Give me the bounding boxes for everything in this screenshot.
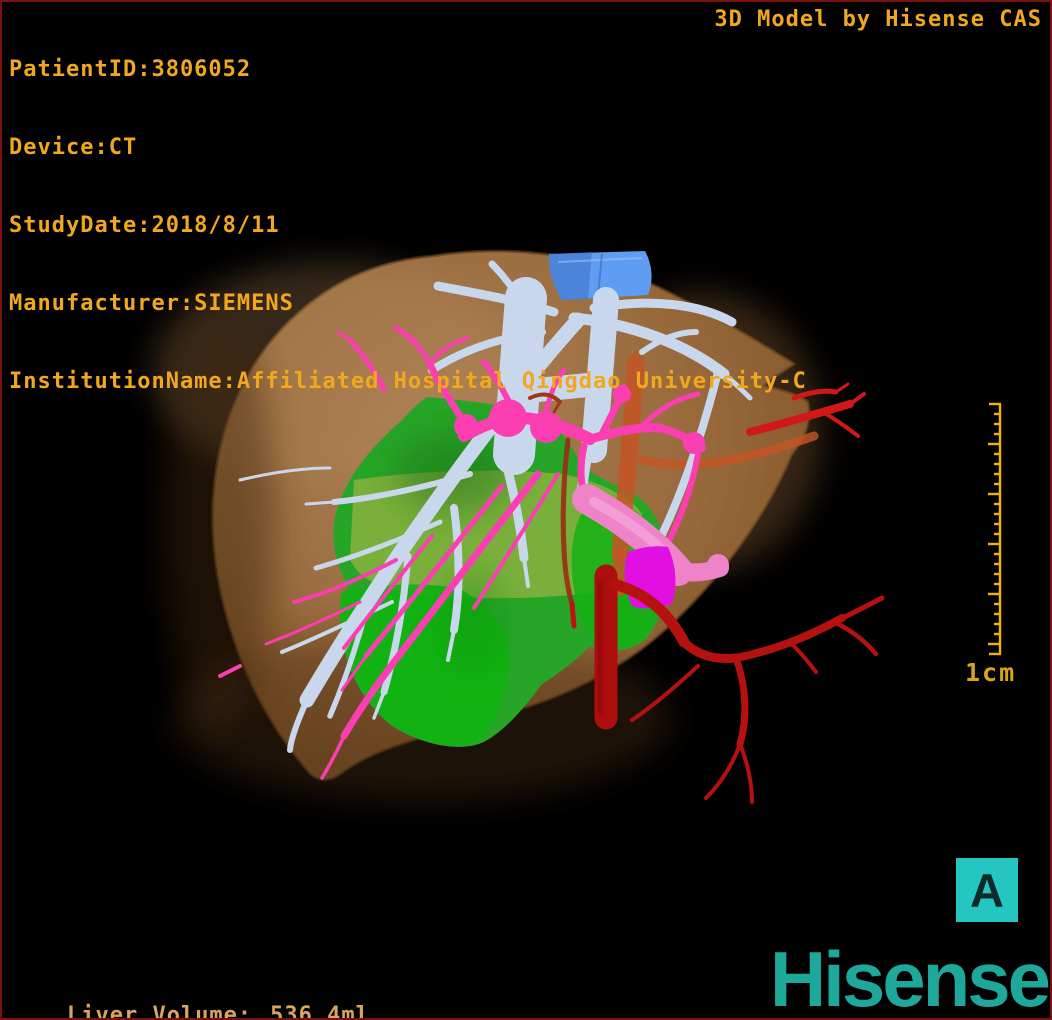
hisense-logo: Hisense [769,935,1050,1020]
study-date-line: StudyDate:2018/8/11 [9,213,280,238]
ruler-ticks [988,402,1002,656]
liver-volume-readout: Liver Volume: 536.4ml [10,977,370,1020]
liver-volume-label: Liver Volume: [66,1003,253,1020]
patient-id-line: PatientID:3806052 [9,57,252,82]
institution-line: InstitutionName:Affiliated Hospital Qing… [9,369,807,394]
manufacturer-line: Manufacturer:SIEMENS [9,291,294,316]
scale-label: 1cm [965,658,1017,687]
viewer-window: PatientID:3806052 Device:CT StudyDate:20… [0,0,1052,1020]
watermark-text: 3D Model by Hisense CAS [714,7,1042,32]
liver-volume-value: 536.4ml [270,1003,370,1020]
patient-info-block: PatientID:3806052 Device:CT StudyDate:20… [9,5,807,447]
scale-ruler [988,402,1002,656]
device-line: Device:CT [9,135,138,160]
orientation-marker-a[interactable]: A [956,858,1018,922]
